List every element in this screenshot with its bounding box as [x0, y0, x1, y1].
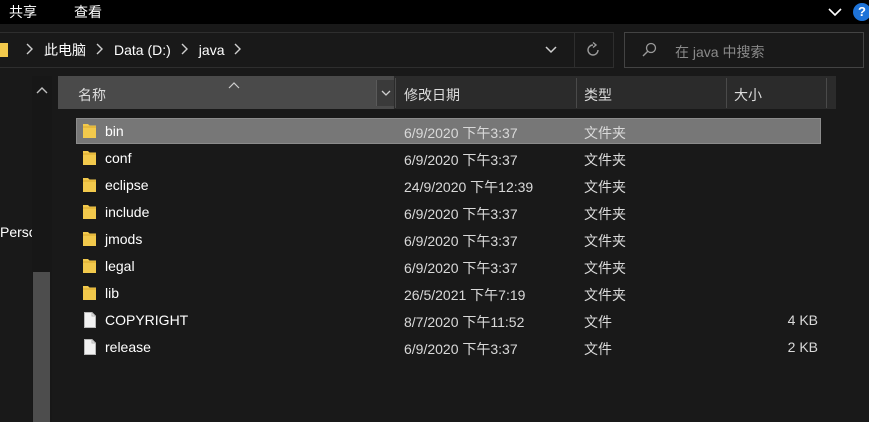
folder-icon: [0, 43, 8, 57]
file-name: legal: [105, 258, 135, 274]
file-modified: 6/9/2020 下午3:37: [404, 125, 518, 141]
file-name: jmods: [105, 231, 143, 247]
column-header-modified[interactable]: 修改日期: [404, 85, 460, 105]
breadcrumb-java[interactable]: java: [199, 42, 225, 58]
file-name: conf: [105, 150, 132, 166]
nav-item-partial[interactable]: Persc: [0, 224, 32, 240]
file-type: 文件夹: [584, 260, 626, 276]
history-dropdown-icon[interactable]: [544, 43, 558, 57]
file-modified: 8/7/2020 下午11:52: [404, 314, 525, 330]
column-header-name[interactable]: 名称: [78, 85, 106, 105]
column-header-size[interactable]: 大小: [734, 85, 762, 105]
chevron-right-icon[interactable]: [26, 43, 34, 58]
folder-icon: [83, 258, 96, 273]
file-type: 文件夹: [584, 125, 626, 141]
file-type: 文件夹: [584, 287, 626, 303]
file-type: 文件: [584, 341, 612, 357]
file-type: 文件夹: [584, 206, 626, 222]
column-divider[interactable]: [826, 78, 827, 108]
file-name: eclipse: [105, 177, 149, 193]
file-name: release: [105, 339, 151, 355]
folder-icon: [83, 150, 96, 165]
refresh-icon[interactable]: [585, 41, 601, 58]
help-icon[interactable]: ?: [853, 3, 869, 21]
file-type: 文件夹: [584, 233, 626, 249]
chevron-right-icon[interactable]: [96, 43, 104, 58]
breadcrumb-this-pc[interactable]: 此电脑: [44, 40, 86, 60]
file-modified: 24/9/2020 下午12:39: [404, 179, 534, 195]
ribbon-right-controls: ?: [827, 0, 869, 24]
file-size: 2 KB: [787, 339, 818, 355]
file-modified: 6/9/2020 下午3:37: [404, 152, 518, 168]
breadcrumb-data-drive[interactable]: Data (D:): [114, 42, 171, 58]
file-name: bin: [105, 123, 124, 139]
search-input[interactable]: 在 java 中搜索: [675, 42, 764, 62]
ribbon-tab-share[interactable]: 共享: [9, 2, 37, 22]
file-type: 文件: [584, 314, 612, 330]
folder-icon: [83, 231, 96, 246]
column-divider[interactable]: [726, 78, 727, 108]
column-header-type[interactable]: 类型: [584, 85, 612, 105]
file-name: lib: [105, 285, 120, 301]
search-icon: [641, 42, 657, 58]
file-modified: 6/9/2020 下午3:37: [404, 260, 518, 276]
nav-scrollbar-thumb[interactable]: [33, 272, 50, 422]
address-bar[interactable]: 此电脑 Data (D:) java: [0, 32, 614, 68]
chevron-down-icon[interactable]: [827, 4, 843, 20]
file-icon: [84, 339, 96, 355]
file-modified: 6/9/2020 下午3:37: [404, 341, 518, 357]
column-header-name-bg[interactable]: [58, 76, 394, 109]
column-divider[interactable]: [576, 78, 577, 108]
column-divider[interactable]: [395, 78, 396, 108]
file-modified: 6/9/2020 下午3:37: [404, 233, 518, 249]
scroll-up-icon[interactable]: [36, 82, 48, 94]
column-filter-button[interactable]: [376, 80, 394, 106]
chevron-right-icon[interactable]: [234, 43, 242, 58]
file-type: 文件夹: [584, 179, 626, 195]
file-name: include: [105, 204, 150, 220]
file-name: COPYRIGHT: [105, 312, 189, 328]
file-modified: 26/5/2021 下午7:19: [404, 287, 526, 303]
file-icon: [84, 312, 96, 328]
folder-icon: [83, 285, 96, 300]
sort-ascending-icon: [228, 76, 240, 89]
file-type: 文件夹: [584, 152, 626, 168]
folder-icon: [83, 177, 96, 192]
ribbon-bar: [0, 0, 869, 24]
separator: [574, 33, 575, 67]
file-size: 4 KB: [787, 312, 818, 328]
ribbon-tab-view[interactable]: 查看: [74, 2, 102, 22]
folder-icon: [83, 123, 96, 138]
folder-icon: [83, 204, 96, 219]
file-modified: 6/9/2020 下午3:37: [404, 206, 518, 222]
chevron-right-icon[interactable]: [181, 43, 189, 58]
